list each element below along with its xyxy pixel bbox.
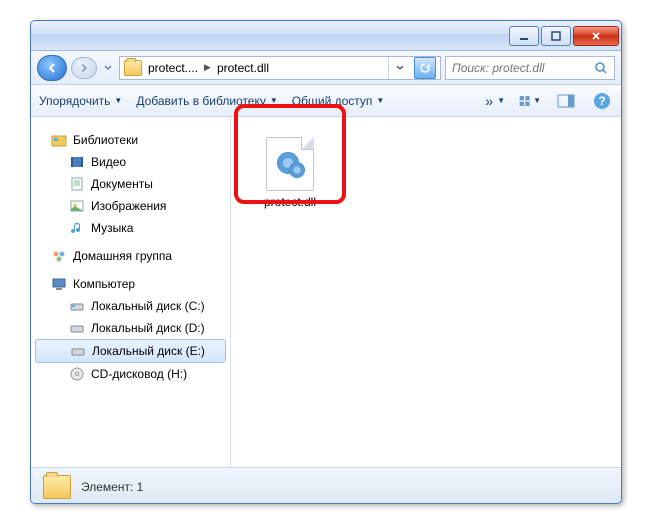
sidebar-video[interactable]: Видео [31, 151, 230, 173]
dll-file-icon [266, 137, 314, 191]
status-bar: Элемент: 1 [31, 467, 621, 504]
sidebar-documents[interactable]: Документы [31, 173, 230, 195]
title-bar[interactable] [31, 21, 621, 51]
nav-bar: protect.... ▶ protect.dll [31, 51, 621, 85]
address-bar[interactable]: protect.... ▶ protect.dll [119, 56, 441, 80]
help-button[interactable]: ? [591, 90, 613, 112]
search-box[interactable] [445, 56, 615, 80]
file-name: protect.dll [251, 195, 329, 209]
forward-button[interactable] [71, 57, 97, 79]
maximize-button[interactable] [541, 26, 571, 46]
organize-menu[interactable]: Упорядочить▼ [39, 94, 122, 108]
content-area: Библиотеки Видео Документы Изображения М… [31, 117, 621, 467]
breadcrumb-current[interactable]: protect.dll [215, 61, 271, 75]
sidebar-pictures[interactable]: Изображения [31, 195, 230, 217]
chevron-right-icon[interactable]: ▶ [204, 62, 211, 73]
history-dropdown[interactable] [101, 57, 115, 79]
sidebar-disk-d[interactable]: Локальный диск (D:) [31, 317, 230, 339]
sidebar-computer[interactable]: Компьютер [31, 273, 230, 295]
preview-pane-button[interactable] [555, 90, 577, 112]
back-button[interactable] [37, 55, 67, 81]
explorer-window: protect.... ▶ protect.dll Упорядочить▼ Д… [30, 20, 622, 504]
sidebar-homegroup[interactable]: Домашняя группа [31, 245, 230, 267]
file-list[interactable]: protect.dll [231, 117, 621, 467]
add-to-library-menu[interactable]: Добавить в библиотеку▼ [136, 94, 277, 108]
file-item[interactable]: protect.dll [245, 131, 335, 215]
refresh-button[interactable] [414, 57, 436, 79]
sidebar-disk-c[interactable]: Локальный диск (C:) [31, 295, 230, 317]
toolbar: Упорядочить▼ Добавить в библиотеку▼ Общи… [31, 85, 621, 117]
view-options-button[interactable]: ▼ [519, 90, 541, 112]
address-dropdown[interactable] [388, 57, 410, 79]
sidebar-cd-drive[interactable]: CD-дисковод (H:) [31, 363, 230, 385]
status-text: Элемент: 1 [81, 480, 143, 494]
search-icon [594, 61, 608, 75]
folder-icon [124, 60, 142, 76]
share-menu[interactable]: Общий доступ▼ [292, 94, 385, 108]
folder-icon [43, 475, 71, 499]
search-input[interactable] [452, 61, 582, 75]
sidebar-music[interactable]: Музыка [31, 217, 230, 239]
close-button[interactable] [573, 26, 619, 46]
sidebar-libraries[interactable]: Библиотеки [31, 129, 230, 151]
minimize-button[interactable] [509, 26, 539, 46]
more-menu[interactable]: »▼ [485, 93, 505, 109]
navigation-pane[interactable]: Библиотеки Видео Документы Изображения М… [31, 117, 231, 467]
sidebar-disk-e[interactable]: Локальный диск (E:) [35, 339, 226, 363]
svg-text:?: ? [598, 94, 605, 108]
breadcrumb-folder[interactable]: protect.... [146, 61, 200, 75]
